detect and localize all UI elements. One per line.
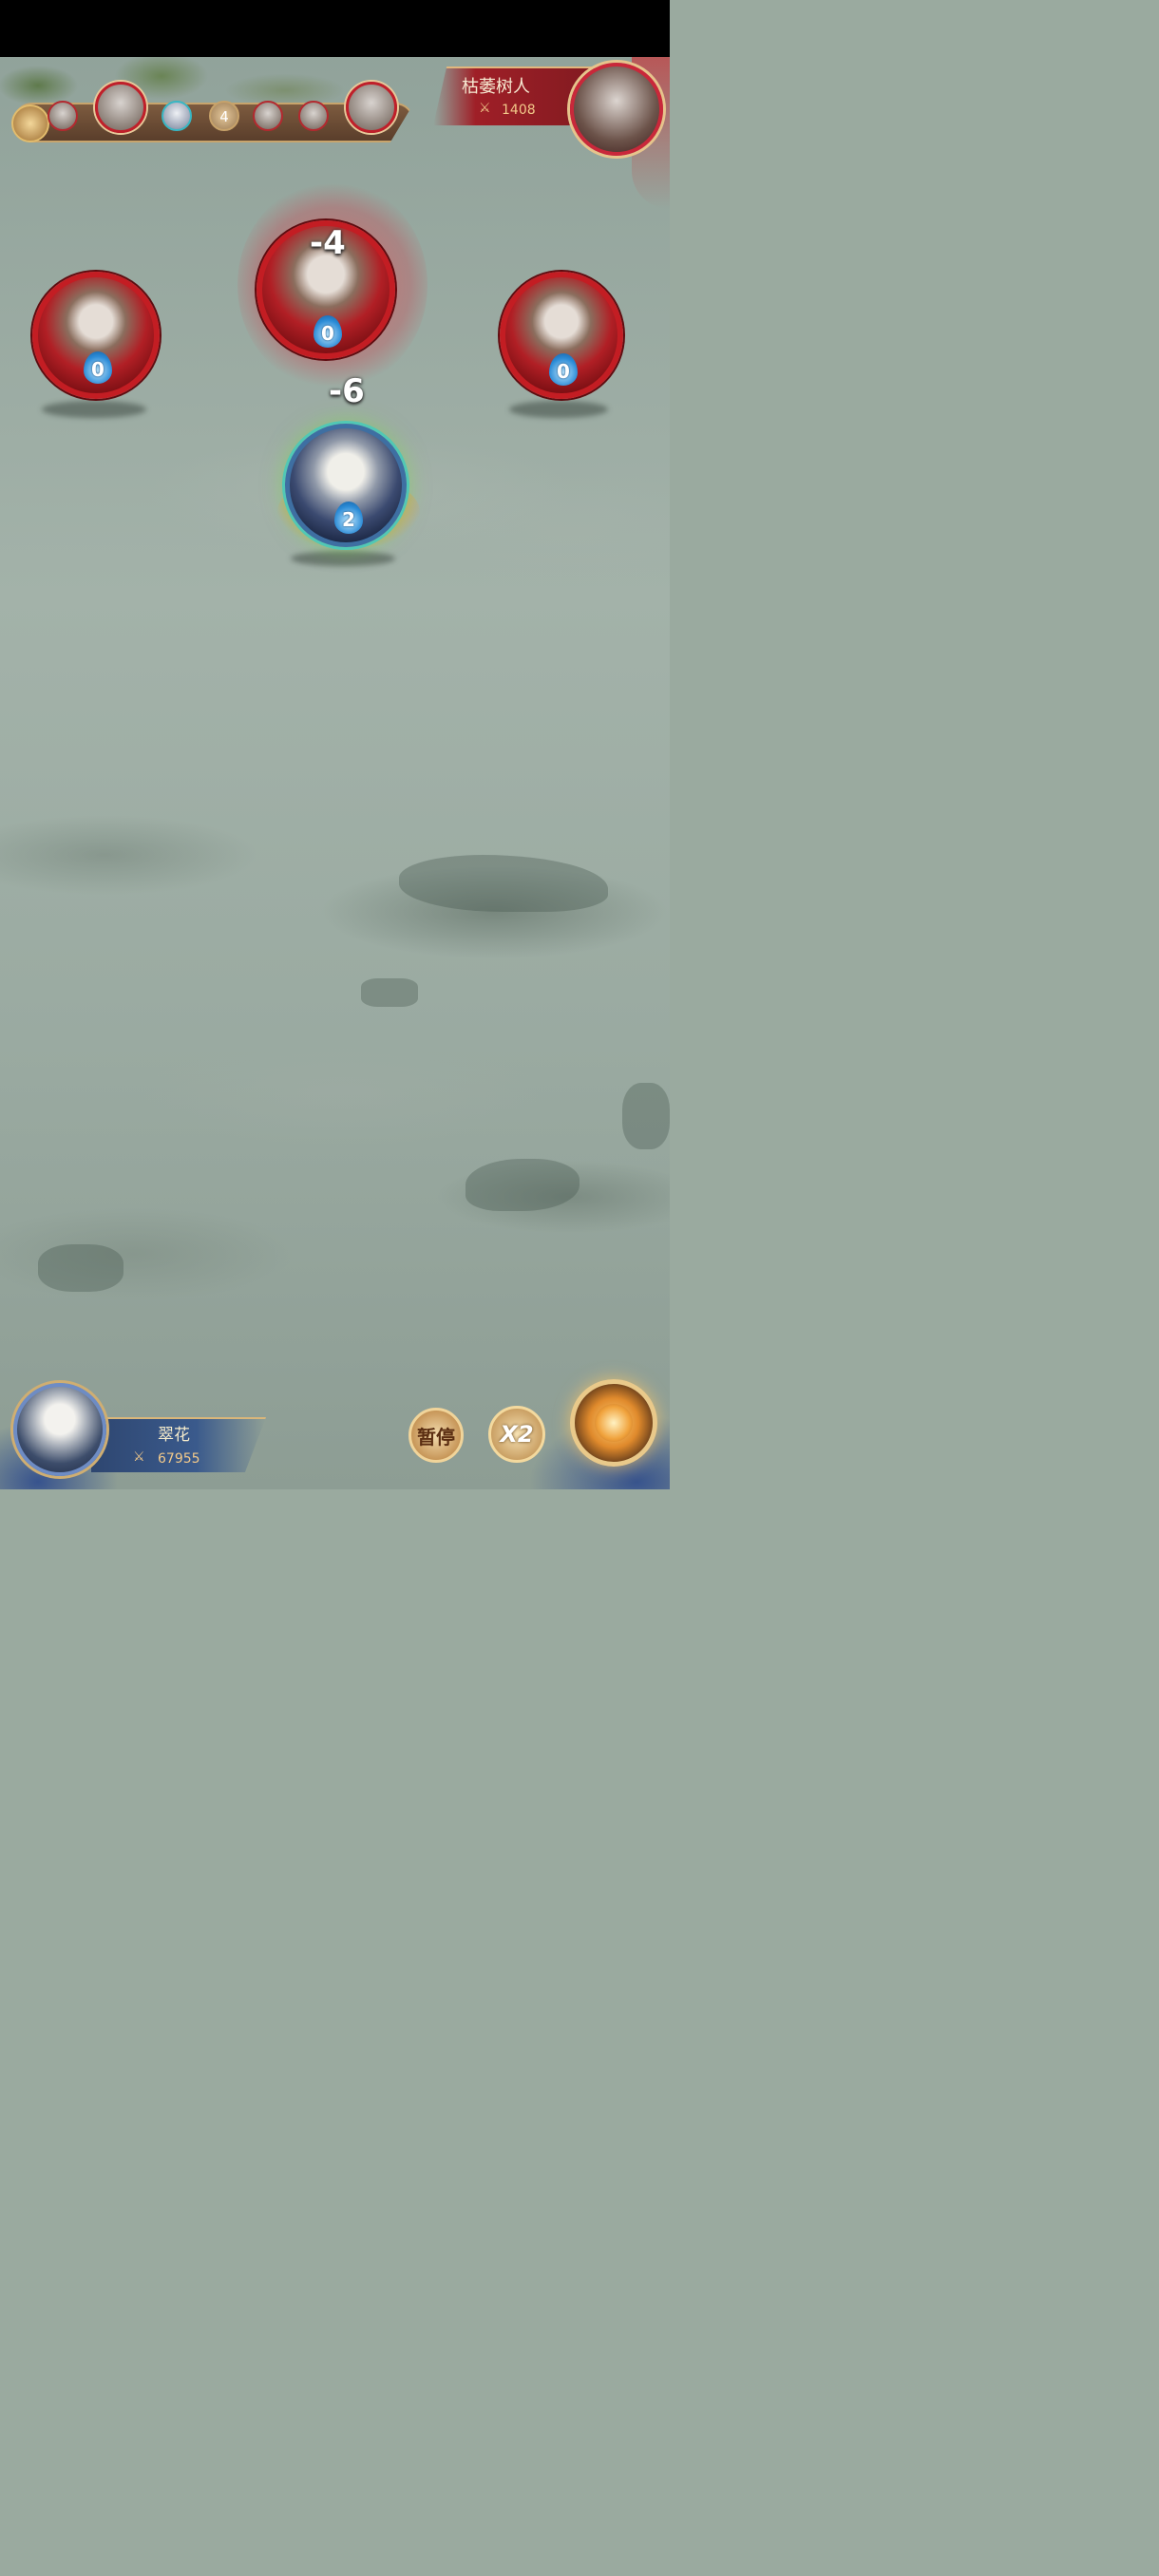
- turn-order-enemy-icon: [346, 82, 397, 133]
- player-power: 67955: [158, 1451, 200, 1467]
- turn-order-emblem-icon: [11, 104, 49, 142]
- ground-rock: [622, 1083, 670, 1149]
- status-bar: [0, 0, 670, 57]
- crossed-swords-icon: ⚔: [479, 101, 491, 116]
- speed-x2-button[interactable]: X2: [488, 1406, 545, 1463]
- turn-order-enemy-icon: [48, 101, 78, 131]
- ground-rock: [399, 855, 608, 912]
- pause-button[interactable]: 暂停: [408, 1408, 464, 1463]
- energy-badge: 2: [334, 502, 363, 534]
- enemy-power: 1408: [502, 103, 536, 118]
- turn-order-enemy-icon: [95, 82, 146, 133]
- unit-shadow: [291, 551, 395, 566]
- damage-number: -6: [329, 372, 365, 410]
- ultimate-skill-button[interactable]: [570, 1379, 657, 1467]
- energy-badge: 0: [84, 351, 112, 384]
- unit-shadow: [509, 401, 608, 418]
- turn-order-enemy-icon: [253, 101, 283, 131]
- player-name: 翠花: [158, 1426, 190, 1445]
- ground-rock: [38, 1244, 124, 1292]
- round-counter: 4: [209, 101, 239, 131]
- energy-badge: 0: [549, 353, 578, 386]
- ground-rock: [361, 978, 418, 1007]
- enemy-portrait[interactable]: [570, 63, 663, 156]
- energy-badge: 0: [314, 315, 342, 348]
- turn-order-ally-icon: [162, 101, 192, 131]
- ultimate-skill-icon: [595, 1404, 633, 1442]
- player-avatar[interactable]: [13, 1383, 106, 1476]
- unit-shadow: [42, 401, 146, 418]
- battle-scene: 4 枯萎树人 ⚔ 1408 0 0 -4 0 2 -6 翠花 ⚔ 67955 暂…: [0, 0, 670, 1489]
- enemy-name: 枯萎树人: [462, 77, 530, 97]
- damage-number: -4: [310, 224, 346, 262]
- ground-rock: [466, 1159, 580, 1211]
- crossed-swords-icon: ⚔: [133, 1449, 145, 1465]
- turn-order-enemy-icon: [298, 101, 329, 131]
